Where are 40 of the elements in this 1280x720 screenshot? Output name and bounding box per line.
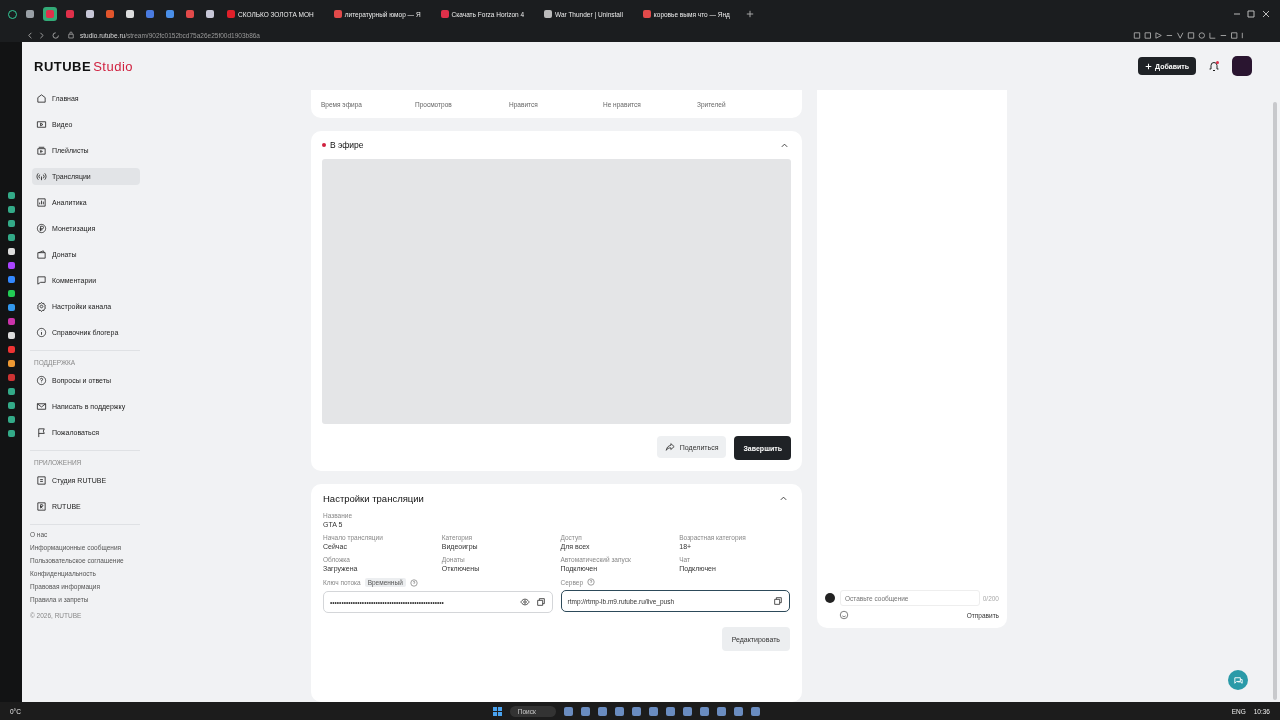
video-icon — [36, 119, 47, 130]
pinned-tab[interactable] — [23, 7, 37, 21]
app-icon — [36, 501, 47, 512]
navigation-icon[interactable] — [26, 30, 62, 40]
chat-bubbles-icon — [1232, 674, 1244, 686]
question-icon — [36, 375, 47, 386]
card-title: Настройки трансляции — [323, 492, 424, 504]
pinned-tab[interactable] — [83, 7, 97, 21]
broadcast-icon — [36, 171, 47, 182]
info-icon — [36, 327, 47, 338]
scrollbar-thumb[interactable] — [1273, 102, 1277, 700]
avatar — [825, 593, 835, 603]
chart-icon — [36, 197, 47, 208]
bell-icon[interactable] — [1208, 60, 1220, 72]
copy-icon[interactable] — [535, 597, 546, 607]
pinned-tab[interactable] — [123, 7, 137, 21]
emoji-icon[interactable] — [839, 610, 849, 620]
new-tab-icon[interactable] — [745, 10, 754, 18]
comment-icon — [36, 275, 47, 286]
lock-icon — [68, 31, 74, 39]
home-icon — [36, 93, 47, 104]
pinned-tab[interactable] — [203, 7, 217, 21]
mail-icon — [36, 401, 47, 412]
playlist-icon — [36, 145, 47, 156]
windows-start-icon[interactable] — [492, 706, 502, 716]
pinned-tab[interactable] — [163, 7, 177, 21]
ruble-icon — [36, 223, 47, 234]
gear-icon — [36, 301, 47, 312]
app-icon — [36, 475, 47, 486]
copy-icon[interactable] — [773, 596, 783, 606]
wallet-icon — [36, 249, 47, 260]
card-title: В эфире — [330, 140, 364, 150]
support-chat-button[interactable] — [1228, 670, 1248, 690]
eye-icon[interactable] — [519, 597, 530, 607]
plus-icon — [1145, 62, 1153, 70]
share-icon — [664, 442, 675, 452]
window-controls-icon[interactable] — [1232, 9, 1272, 19]
avatar[interactable] — [1232, 56, 1252, 76]
logo[interactable]: RUTUBE Studio — [34, 58, 134, 74]
flag-icon — [36, 427, 47, 438]
